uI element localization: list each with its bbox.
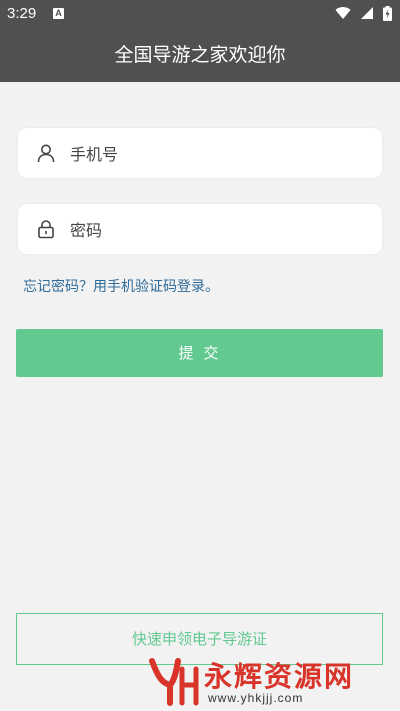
lock-icon — [36, 219, 56, 243]
password-input[interactable] — [68, 217, 372, 243]
page-title: 全国导游之家欢迎你 — [114, 44, 286, 66]
site-watermark: 永辉资源网 www.yhkjjj.com — [148, 655, 378, 709]
watermark-name: 永辉资源网 — [204, 660, 355, 693]
watermark-logo-icon — [149, 658, 199, 706]
watermark-url: www.yhkjjj.com — [208, 691, 304, 705]
status-time: 3:29 — [7, 5, 37, 22]
app-header: 3:29 A 全国导游之家欢迎你 — [0, 0, 400, 82]
forgot-password-link[interactable]: 忘记密码？用手机验证码登录。 — [23, 276, 219, 296]
user-icon — [36, 143, 56, 167]
system-icons — [331, 6, 392, 22]
submit-button[interactable]: 提交 — [16, 329, 383, 377]
password-field[interactable] — [17, 203, 383, 255]
signal-icon — [360, 7, 373, 19]
notification-a-icon: A — [53, 8, 64, 19]
wifi-icon — [335, 7, 351, 20]
phone-input[interactable] — [68, 141, 372, 167]
battery-icon — [383, 6, 392, 21]
phone-field[interactable] — [17, 127, 383, 179]
status-bar: 3:29 A — [0, 0, 400, 28]
